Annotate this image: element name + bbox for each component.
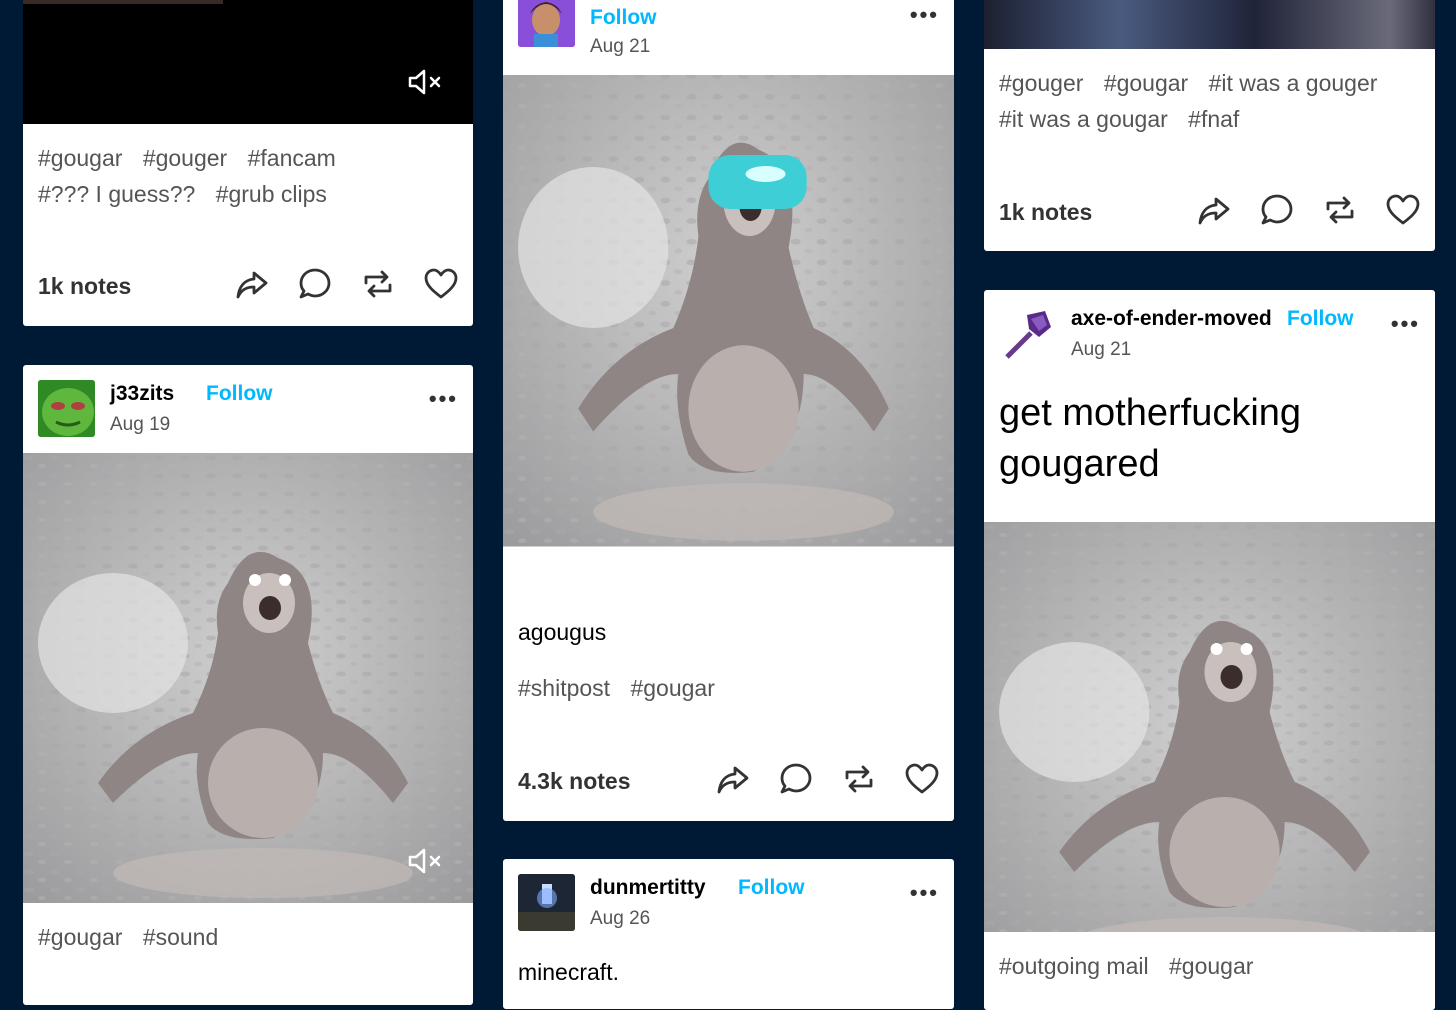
like-icon[interactable] <box>423 266 459 302</box>
volume-mute-icon[interactable] <box>407 847 443 875</box>
follow-button[interactable]: Follow <box>206 382 273 406</box>
post-card-gouger-fnaf: #gouger #gougar #it was a gouger #it was… <box>984 0 1435 251</box>
tag-list: #gouger #gougar #it was a gouger #it was… <box>999 65 1420 137</box>
post-header: axe-of-ender-moved Follow Aug 21 ••• <box>999 305 1420 365</box>
notes-count[interactable]: 1k notes <box>999 199 1092 226</box>
notes-count[interactable]: 1k notes <box>38 273 131 300</box>
tag[interactable]: #grub clips <box>216 181 327 207</box>
post-image[interactable] <box>984 0 1435 49</box>
post-image[interactable] <box>503 75 954 592</box>
follow-button[interactable]: Follow <box>590 6 657 30</box>
tag[interactable]: #gougar <box>38 145 122 171</box>
reblog-icon[interactable] <box>360 266 396 302</box>
post-actions <box>715 761 940 797</box>
like-icon[interactable] <box>904 761 940 797</box>
share-icon[interactable] <box>715 761 751 797</box>
tag[interactable]: #it was a gougar <box>999 106 1168 132</box>
video-player[interactable] <box>23 0 473 124</box>
username[interactable]: axe-of-ender-moved <box>1071 307 1272 331</box>
username[interactable]: dunmertitty <box>590 876 706 900</box>
volume-mute-icon[interactable] <box>407 68 443 96</box>
avatar[interactable] <box>38 380 95 437</box>
tag[interactable]: #??? I guess?? <box>38 181 195 207</box>
avatar[interactable] <box>518 874 575 931</box>
follow-button[interactable]: Follow <box>738 876 805 900</box>
reply-icon[interactable] <box>778 761 814 797</box>
tag[interactable]: #sound <box>143 924 218 950</box>
tag[interactable]: #gougar <box>1104 70 1188 96</box>
follow-button[interactable]: Follow <box>1287 307 1354 331</box>
tag-list: #shitpost #gougar <box>518 670 939 706</box>
post-image[interactable] <box>984 512 1435 932</box>
tag[interactable]: #outgoing mail <box>999 953 1149 979</box>
post-text: get motherfucking gougared <box>999 392 1302 485</box>
post-date: Aug 19 <box>110 414 171 435</box>
notes-count[interactable]: 4.3k notes <box>518 768 631 795</box>
tag[interactable]: #gouger <box>143 145 227 171</box>
username[interactable]: j33zits <box>110 382 174 406</box>
tag[interactable]: #gouger <box>999 70 1083 96</box>
tag[interactable]: #gougar <box>630 675 714 701</box>
post-date: Aug 21 <box>1071 339 1132 360</box>
more-options-button[interactable]: ••• <box>1391 311 1420 337</box>
tag[interactable]: #shitpost <box>518 675 610 701</box>
reply-icon[interactable] <box>1259 192 1295 228</box>
tag[interactable]: #fnaf <box>1188 106 1239 132</box>
post-date: Aug 26 <box>590 908 651 929</box>
post-actions <box>234 266 459 302</box>
post-card-dunmertitty: dunmertitty Follow Aug 26 ••• minecraft. <box>503 859 954 1009</box>
post-caption: agougus <box>518 619 607 645</box>
tag[interactable]: #gougar <box>38 924 122 950</box>
tag-list: #gougar #gouger #fancam #??? I guess?? #… <box>38 140 458 212</box>
post-header: Follow Aug 21 ••• <box>518 0 939 57</box>
tag-list: #outgoing mail #gougar <box>999 948 1420 984</box>
more-options-button[interactable]: ••• <box>910 880 939 906</box>
reblog-icon[interactable] <box>841 761 877 797</box>
share-icon[interactable] <box>234 266 270 302</box>
like-icon[interactable] <box>1385 192 1421 228</box>
post-card-video-fancam: #gougar #gouger #fancam #??? I guess?? #… <box>23 0 473 326</box>
tag-list: #gougar #sound <box>38 919 458 955</box>
post-date: Aug 21 <box>590 36 651 57</box>
post-header: dunmertitty Follow Aug 26 ••• <box>518 874 939 934</box>
video-player[interactable] <box>23 453 473 903</box>
reply-icon[interactable] <box>297 266 333 302</box>
more-options-button[interactable]: ••• <box>429 386 458 412</box>
post-card-agougus: Follow Aug 21 ••• agougus #shitpost #gou… <box>503 0 954 821</box>
avatar[interactable] <box>518 0 575 47</box>
post-card-j33zits: j33zits Follow Aug 19 ••• #gougar #sound <box>23 365 473 1005</box>
post-text: minecraft. <box>518 959 619 985</box>
tag[interactable]: #gougar <box>1169 953 1253 979</box>
share-icon[interactable] <box>1196 192 1232 228</box>
tag[interactable]: #it was a gouger <box>1209 70 1378 96</box>
avatar[interactable] <box>999 305 1056 362</box>
post-actions <box>1196 192 1421 228</box>
more-options-button[interactable]: ••• <box>910 2 939 28</box>
reblog-icon[interactable] <box>1322 192 1358 228</box>
tag[interactable]: #fancam <box>248 145 336 171</box>
post-card-axe-of-ender-moved: axe-of-ender-moved Follow Aug 21 ••• get… <box>984 290 1435 1010</box>
post-header: j33zits Follow Aug 19 ••• <box>38 380 458 440</box>
